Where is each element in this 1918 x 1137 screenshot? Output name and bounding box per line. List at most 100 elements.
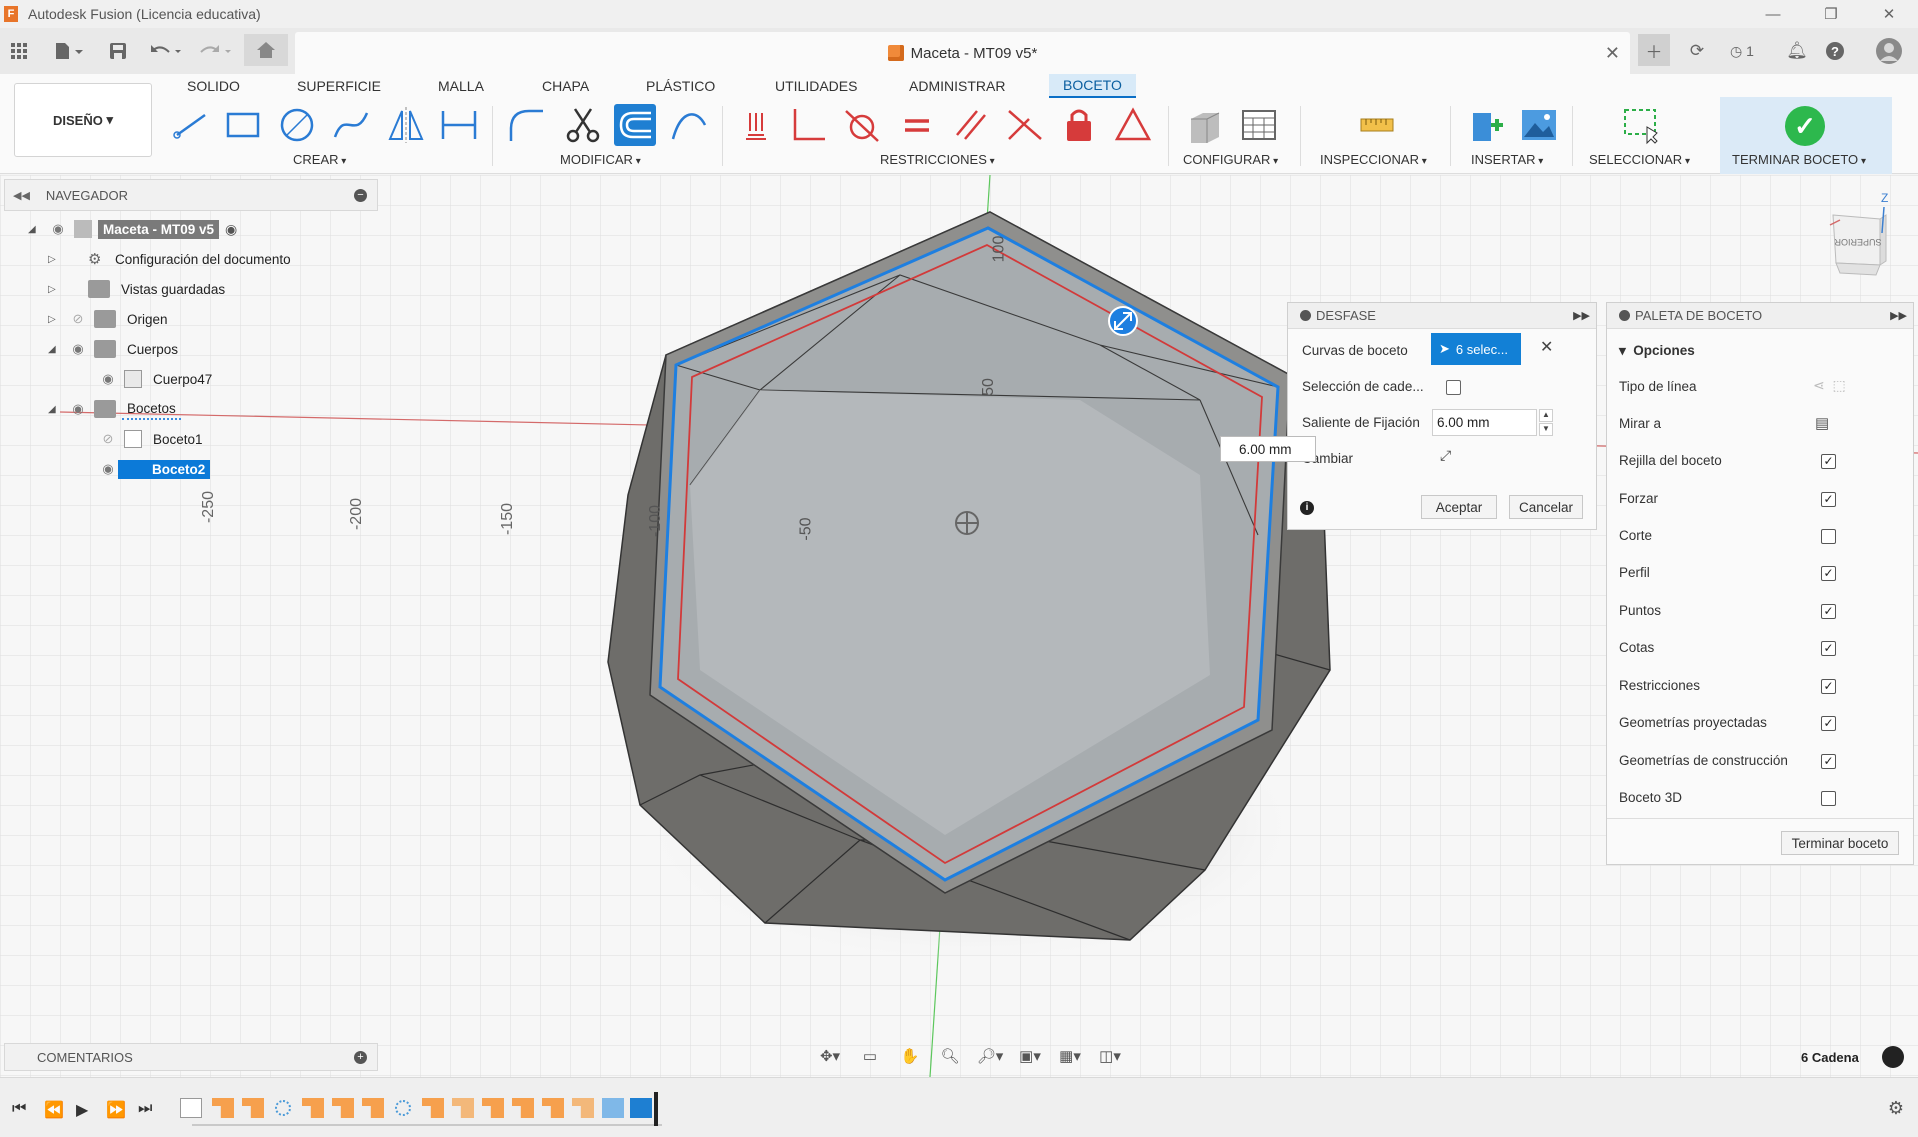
job-status-icon[interactable]: ◷ 1: [1722, 38, 1762, 64]
insert-menu[interactable]: INSERTAR: [1471, 152, 1543, 167]
tree-node-saved-views[interactable]: ▷ Vistas guardadas: [48, 277, 230, 301]
tangent-constraint-icon[interactable]: [841, 104, 883, 146]
offset-tool-icon[interactable]: [614, 104, 656, 146]
mirror-tool-icon[interactable]: [385, 104, 427, 146]
inline-offset-dimension-input[interactable]: [1220, 436, 1316, 462]
redo-icon[interactable]: [196, 38, 236, 64]
profile-checkbox[interactable]: ✓: [1821, 566, 1836, 581]
timeline-combine-feature[interactable]: [452, 1098, 474, 1118]
equal-constraint-icon[interactable]: [896, 104, 938, 146]
sketch-grid-checkbox[interactable]: ✓: [1821, 454, 1836, 469]
expand-triangle-icon[interactable]: ▷: [48, 284, 62, 295]
close-tab-icon[interactable]: ✕: [1605, 43, 1620, 64]
tab-chapa[interactable]: CHAPA: [542, 74, 589, 98]
tab-utilidades[interactable]: UTILIDADES: [775, 74, 857, 98]
palette-minimize-icon[interactable]: [1619, 310, 1630, 321]
perpendicular-constraint-icon[interactable]: [788, 104, 830, 146]
timeline-pattern-feature[interactable]: [395, 1100, 411, 1116]
restore-button[interactable]: ❐: [1802, 0, 1860, 28]
timeline-extrude-feature[interactable]: [332, 1098, 354, 1118]
coincident-constraint-icon[interactable]: [1004, 104, 1046, 146]
lock-constraint-icon[interactable]: [1058, 104, 1100, 146]
configure-menu[interactable]: CONFIGURAR: [1183, 152, 1278, 167]
timeline-combine-feature[interactable]: [572, 1098, 594, 1118]
zoom-window-icon[interactable]: 🔎︎▾: [974, 1047, 1006, 1065]
collapse-triangle-icon[interactable]: ◢: [48, 344, 62, 355]
palette-header[interactable]: PALETA DE BOCETO ▶▶: [1607, 303, 1913, 329]
sketch-3d-checkbox[interactable]: [1821, 791, 1836, 806]
tab-administrar[interactable]: ADMINISTRAR: [909, 74, 1005, 98]
go-to-start-icon[interactable]: ⏮: [12, 1100, 26, 1118]
visibility-eye-icon[interactable]: ◉: [48, 219, 68, 239]
comments-panel[interactable]: COMENTARIOS +: [4, 1043, 378, 1071]
timeline-pattern-feature[interactable]: [275, 1100, 291, 1116]
save-icon[interactable]: [106, 38, 130, 64]
finish-sketch-button[interactable]: Terminar boceto: [1781, 831, 1899, 855]
dimension-tool-icon[interactable]: [438, 104, 480, 146]
selection-filter-icon[interactable]: [1882, 1046, 1904, 1068]
step-back-icon[interactable]: ⏪: [44, 1100, 64, 1120]
modify-menu[interactable]: MODIFICAR: [560, 152, 641, 167]
look-at-icon[interactable]: ▤: [1815, 414, 1829, 432]
timeline-marker[interactable]: [654, 1092, 658, 1126]
tree-node-sketch2[interactable]: ◉ Boceto2: [98, 457, 211, 481]
projected-geometries-checkbox[interactable]: ✓: [1821, 716, 1836, 731]
trim-scissors-icon[interactable]: [562, 104, 604, 146]
inspect-menu[interactable]: INSPECCIONAR: [1320, 152, 1427, 167]
visibility-eye-icon[interactable]: ◉: [68, 399, 88, 419]
dimensions-checkbox[interactable]: ✓: [1821, 641, 1836, 656]
user-avatar[interactable]: [1874, 38, 1904, 64]
timeline-current-sketch[interactable]: [630, 1098, 652, 1118]
conic-curve-icon[interactable]: [668, 104, 710, 146]
select-window-icon[interactable]: [1620, 104, 1662, 146]
timeline-extrude-feature[interactable]: [422, 1098, 444, 1118]
home-icon[interactable]: [244, 34, 288, 66]
fillet-tool-icon[interactable]: [506, 104, 548, 146]
dialog-header[interactable]: DESFASE ▶▶: [1288, 303, 1596, 329]
notifications-bell-icon[interactable]: 🔔︎: [1784, 38, 1810, 64]
hidden-eye-icon[interactable]: ⊘: [68, 309, 88, 329]
collapse-triangle-icon[interactable]: ◢: [28, 224, 42, 235]
timeline-extrude-feature[interactable]: [302, 1098, 324, 1118]
flip-direction-icon[interactable]: ⤢: [1440, 447, 1451, 464]
pan-hand-icon[interactable]: ✋: [894, 1047, 926, 1065]
constraints-checkbox[interactable]: ✓: [1821, 679, 1836, 694]
tab-malla[interactable]: MALLA: [438, 74, 484, 98]
help-icon[interactable]: ?: [1822, 38, 1848, 64]
activate-radio-icon[interactable]: ◉: [225, 221, 237, 238]
app-grid-icon[interactable]: [8, 38, 30, 64]
tree-node-body[interactable]: ◉ Cuerpo47: [98, 367, 217, 391]
visibility-eye-icon[interactable]: ◉: [98, 369, 118, 389]
cancel-button[interactable]: Cancelar: [1509, 495, 1583, 519]
add-comment-icon[interactable]: +: [354, 1051, 367, 1064]
configure-cube-icon[interactable]: [1184, 104, 1226, 146]
timeline-extrude-feature[interactable]: [512, 1098, 534, 1118]
expand-triangle-icon[interactable]: ▷: [48, 254, 62, 265]
increment-arrow-icon[interactable]: ▲: [1539, 409, 1553, 422]
sketch-curves-selector[interactable]: ➤ 6 selec...: [1431, 333, 1521, 365]
tree-node-sketch1[interactable]: ⊘ Boceto1: [98, 427, 208, 451]
chain-selection-checkbox[interactable]: [1446, 380, 1461, 395]
tab-solido[interactable]: SOLIDO: [187, 74, 240, 98]
document-tab[interactable]: Maceta - MT09 v5* ✕: [295, 32, 1630, 74]
file-menu-icon[interactable]: [48, 38, 88, 64]
timeline-extrude-feature[interactable]: [242, 1098, 264, 1118]
step-forward-icon[interactable]: ⏩: [106, 1100, 126, 1120]
close-window-button[interactable]: ✕: [1860, 0, 1918, 28]
slice-checkbox[interactable]: [1821, 529, 1836, 544]
constraints-menu[interactable]: RESTRICCIONES: [880, 152, 995, 167]
select-menu[interactable]: SELECCIONAR: [1589, 152, 1690, 167]
clear-selection-icon[interactable]: ✕: [1540, 337, 1553, 357]
construction-line-icon[interactable]: ⋖ ⬚: [1813, 377, 1846, 394]
rectangle-tool-icon[interactable]: [222, 104, 264, 146]
collapse-triangle-icon[interactable]: ◢: [48, 404, 62, 415]
extensions-icon[interactable]: ⟳: [1682, 38, 1712, 64]
zoom-icon[interactable]: 🔍︎: [934, 1047, 966, 1065]
browser-header[interactable]: ◀◀ NAVEGADOR −: [4, 179, 378, 211]
expand-dialog-icon[interactable]: ▶▶: [1573, 309, 1590, 322]
timeline-body-feature[interactable]: [602, 1098, 624, 1118]
timeline-settings-gear-icon[interactable]: ⚙: [1888, 1098, 1904, 1119]
display-settings-icon[interactable]: ▣▾: [1014, 1047, 1046, 1065]
create-menu[interactable]: CREAR: [293, 152, 346, 167]
parallel-constraint-icon[interactable]: [950, 104, 992, 146]
